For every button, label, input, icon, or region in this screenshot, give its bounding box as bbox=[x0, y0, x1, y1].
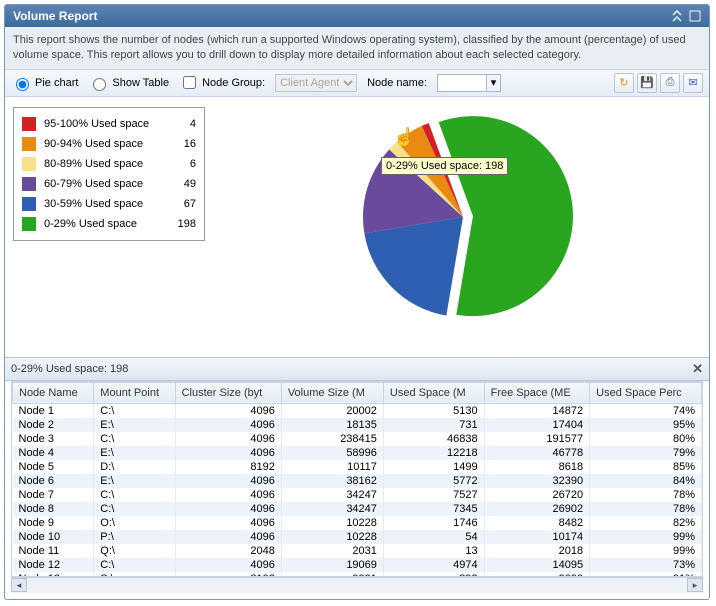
volume-report-panel: Volume Report This report shows the numb… bbox=[4, 4, 710, 600]
toolbar-action-icons: ↻ 💾 ⎙ ✉ bbox=[614, 73, 703, 93]
dropdown-icon[interactable]: ▾ bbox=[487, 74, 501, 92]
pie-slice[interactable] bbox=[364, 217, 463, 316]
column-header[interactable]: Free Space (ME bbox=[484, 382, 590, 403]
scroll-right-icon[interactable]: ▸ bbox=[687, 578, 703, 592]
table-row[interactable]: Node 12C:\ 409619069 497414095 73% bbox=[13, 558, 702, 572]
table-row[interactable]: Node 5D:\ 819210117 14998618 85% bbox=[13, 460, 702, 474]
pie-chart[interactable]: ☝ 0-29% Used space: 198 bbox=[353, 107, 573, 327]
legend-label: 80-89% Used space bbox=[44, 158, 164, 170]
legend-item[interactable]: 60-79% Used space 49 bbox=[22, 174, 196, 194]
column-header[interactable]: Mount Point bbox=[94, 382, 175, 403]
legend-item[interactable]: 90-94% Used space 16 bbox=[22, 134, 196, 154]
table-row[interactable]: Node 4E:\ 409658996 1221846778 79% bbox=[13, 446, 702, 460]
nodegroup-select[interactable]: Client Agent bbox=[275, 74, 357, 92]
print-icon[interactable]: ⎙ bbox=[660, 73, 680, 93]
drill-header: 0-29% Used space: 198 ✕ bbox=[5, 357, 709, 381]
table-row[interactable]: Node 3C:\ 4096238415 46838191577 80% bbox=[13, 432, 702, 446]
legend-label: 95-100% Used space bbox=[44, 118, 164, 130]
legend: 95-100% Used space 4 90-94% Used space 1… bbox=[13, 107, 205, 241]
legend-swatch bbox=[22, 197, 36, 211]
table-row[interactable]: Node 8C:\ 409634247 734526902 78% bbox=[13, 502, 702, 516]
nodegroup-label: Node Group: bbox=[202, 77, 265, 89]
data-grid: Node NameMount PointCluster Size (bytVol… bbox=[12, 382, 702, 577]
column-header[interactable]: Volume Size (M bbox=[281, 382, 383, 403]
pie-wrap: ☝ 0-29% Used space: 198 bbox=[225, 107, 701, 353]
chart-tooltip: 0-29% Used space: 198 bbox=[381, 157, 508, 175]
gear-icon[interactable] bbox=[689, 10, 701, 22]
description: This report shows the number of nodes (w… bbox=[5, 27, 709, 70]
nodename-label: Node name: bbox=[367, 77, 427, 89]
legend-label: 30-59% Used space bbox=[44, 198, 164, 210]
table-row[interactable]: Node 6E:\ 409638162 577232390 84% bbox=[13, 474, 702, 488]
titlebar: Volume Report bbox=[5, 5, 709, 27]
pie-chart-radio-input[interactable] bbox=[16, 78, 29, 91]
legend-swatch bbox=[22, 217, 36, 231]
legend-label: 90-94% Used space bbox=[44, 138, 164, 150]
collapse-icon[interactable] bbox=[671, 10, 683, 22]
nodegroup-checkbox[interactable] bbox=[183, 76, 196, 89]
table-row[interactable]: Node 1C:\ 409620002 513014872 74% bbox=[13, 403, 702, 418]
legend-item[interactable]: 80-89% Used space 6 bbox=[22, 154, 196, 174]
drill-title: 0-29% Used space: 198 bbox=[11, 363, 128, 375]
legend-label: 0-29% Used space bbox=[44, 218, 164, 230]
save-icon[interactable]: 💾 bbox=[637, 73, 657, 93]
scroll-left-icon[interactable]: ◂ bbox=[11, 578, 27, 592]
chart-area: 95-100% Used space 4 90-94% Used space 1… bbox=[5, 97, 709, 357]
legend-swatch bbox=[22, 117, 36, 131]
column-header[interactable]: Node Name bbox=[13, 382, 94, 403]
horizontal-scrollbar[interactable]: ◂ ▸ bbox=[11, 577, 703, 593]
show-table-radio-input[interactable] bbox=[93, 78, 106, 91]
legend-count: 67 bbox=[172, 198, 196, 210]
column-header[interactable]: Used Space Perc bbox=[590, 382, 702, 403]
pie-chart-radio[interactable]: Pie chart bbox=[11, 75, 78, 91]
table-row[interactable]: Node 11Q:\ 20482031 132018 99% bbox=[13, 544, 702, 558]
email-icon[interactable]: ✉ bbox=[683, 73, 703, 93]
legend-swatch bbox=[22, 137, 36, 151]
close-icon[interactable]: ✕ bbox=[692, 361, 703, 377]
legend-item[interactable]: 95-100% Used space 4 bbox=[22, 114, 196, 134]
table-row[interactable]: Node 9O:\ 409610228 17468482 82% bbox=[13, 516, 702, 530]
legend-count: 49 bbox=[172, 178, 196, 190]
table-row[interactable]: Node 2E:\ 409618135 73117404 95% bbox=[13, 418, 702, 432]
legend-swatch bbox=[22, 157, 36, 171]
grid-header-row: Node NameMount PointCluster Size (bytVol… bbox=[13, 382, 702, 403]
toolbar: Pie chart Show Table Node Group: Client … bbox=[5, 70, 709, 97]
table-row[interactable]: Node 10P:\ 409610228 5410174 99% bbox=[13, 530, 702, 544]
refresh-icon[interactable]: ↻ bbox=[614, 73, 634, 93]
show-table-label: Show Table bbox=[112, 77, 169, 89]
legend-count: 4 bbox=[172, 118, 196, 130]
grid-scroll[interactable]: Node NameMount PointCluster Size (bytVol… bbox=[11, 381, 703, 577]
legend-count: 198 bbox=[172, 218, 196, 230]
titlebar-icons bbox=[671, 10, 701, 22]
legend-swatch bbox=[22, 177, 36, 191]
nodegroup-check[interactable]: Node Group: bbox=[179, 73, 265, 92]
legend-count: 16 bbox=[172, 138, 196, 150]
nodename-input[interactable] bbox=[437, 74, 487, 92]
column-header[interactable]: Cluster Size (byt bbox=[175, 382, 281, 403]
legend-label: 60-79% Used space bbox=[44, 178, 164, 190]
legend-item[interactable]: 30-59% Used space 67 bbox=[22, 194, 196, 214]
pie-chart-label: Pie chart bbox=[35, 77, 78, 89]
window-title: Volume Report bbox=[13, 9, 97, 23]
show-table-radio[interactable]: Show Table bbox=[88, 75, 169, 91]
table-row[interactable]: Node 7C:\ 409634247 752726720 78% bbox=[13, 488, 702, 502]
legend-item[interactable]: 0-29% Used space 198 bbox=[22, 214, 196, 234]
legend-count: 6 bbox=[172, 158, 196, 170]
grid-wrap: Node NameMount PointCluster Size (bytVol… bbox=[5, 381, 709, 577]
column-header[interactable]: Used Space (M bbox=[383, 382, 484, 403]
